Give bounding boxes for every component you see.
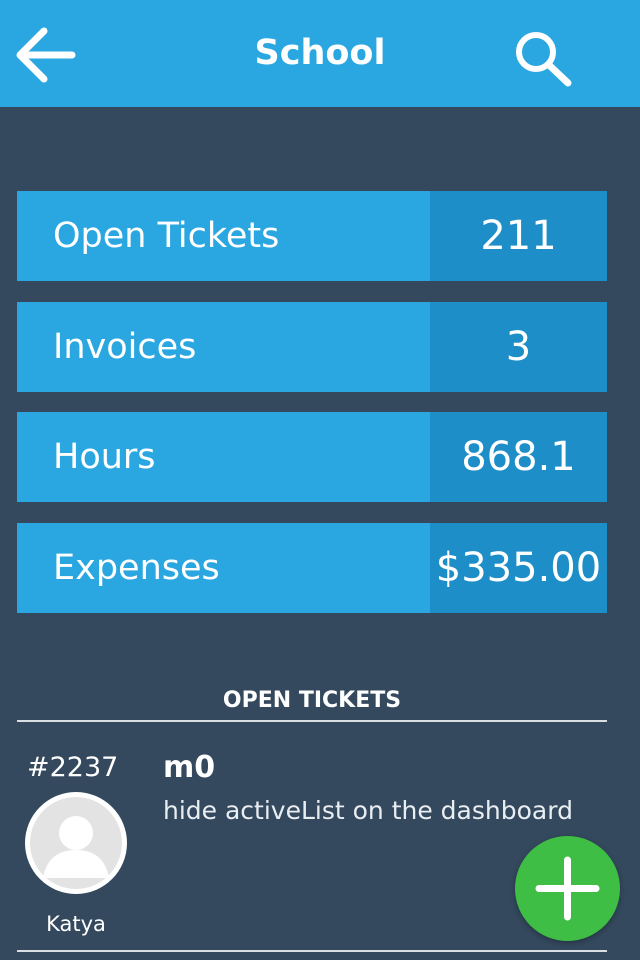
stat-value: $335.00	[430, 523, 607, 613]
section-divider	[17, 720, 607, 722]
search-button[interactable]	[510, 27, 576, 89]
search-icon	[516, 32, 572, 87]
stat-label: Expenses	[17, 523, 430, 613]
ticket-description: hide activeList on the dashboard	[163, 796, 573, 825]
add-ticket-button[interactable]	[515, 836, 620, 941]
avatar	[25, 792, 127, 894]
stat-expenses[interactable]: Expenses $335.00	[17, 523, 607, 613]
open-tickets-heading: OPEN TICKETS	[222, 688, 402, 713]
stat-label: Open Tickets	[17, 191, 430, 281]
ticket-title: m0	[163, 750, 216, 785]
plus-icon	[535, 856, 600, 921]
ticket-user: Katya	[46, 912, 106, 936]
stat-invoices[interactable]: Invoices 3	[17, 302, 607, 392]
stat-label: Invoices	[17, 302, 430, 392]
ticket-divider	[17, 950, 607, 952]
user-avatar-icon	[30, 797, 122, 889]
stat-value: 211	[430, 191, 607, 281]
stat-value: 868.1	[430, 412, 607, 502]
app-header: School	[0, 0, 640, 107]
stat-label: Hours	[17, 412, 430, 502]
stat-value: 3	[430, 302, 607, 392]
stat-hours[interactable]: Hours 868.1	[17, 412, 607, 502]
ticket-id: #2237	[27, 752, 119, 783]
stat-open-tickets[interactable]: Open Tickets 211	[17, 191, 607, 281]
